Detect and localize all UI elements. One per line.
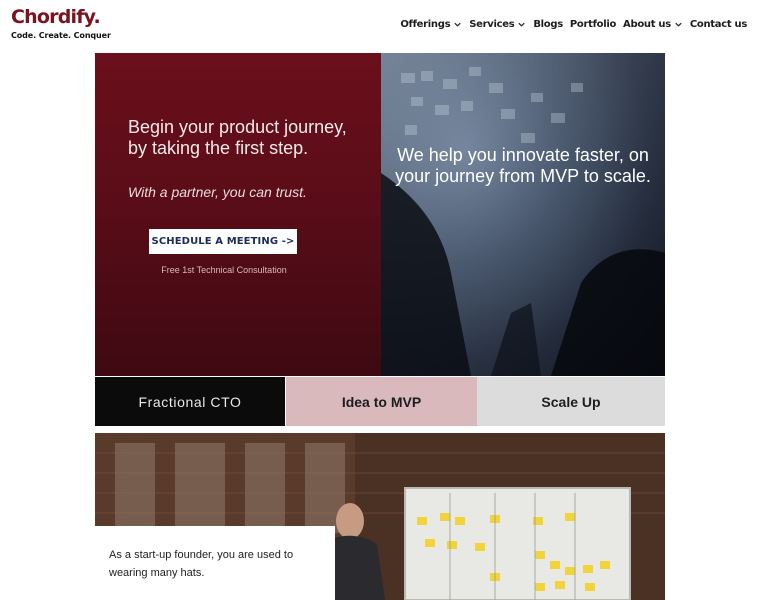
nav-item-contact-us[interactable]: Contact us xyxy=(690,19,747,30)
founder-card: As a start-up founder, you are used to w… xyxy=(95,526,335,600)
hero-right-panel: We help you innovate faster, on your jou… xyxy=(381,53,665,376)
tab-fractional-cto[interactable]: Fractional CTO xyxy=(95,377,285,426)
schedule-meeting-button[interactable]: SCHEDULE A MEETING -> xyxy=(149,229,297,254)
hero-section: Begin your product journey, by taking th… xyxy=(95,53,665,376)
nav-item-label: Blogs xyxy=(533,19,563,30)
cta-note: Free 1st Technical Consultation xyxy=(161,265,287,275)
nav-item-label: Portfolio xyxy=(569,19,617,30)
founder-section: As a start-up founder, you are used to w… xyxy=(95,433,665,600)
chevron-down-icon xyxy=(675,22,682,27)
brand-name: Chordify. xyxy=(11,6,101,28)
nav-item-blogs[interactable]: Blogs xyxy=(533,19,563,30)
brand-logo[interactable]: Chordify. Code. Create. Conquer xyxy=(11,6,111,40)
nav-item-label: About us xyxy=(623,19,671,30)
main-nav: Offerings Services Blogs Portfolio About… xyxy=(400,19,747,30)
nav-item-about-us[interactable]: About us xyxy=(623,19,683,30)
hero-right-tagline: We help you innovate faster, on your jou… xyxy=(395,145,651,186)
nav-item-label: Services xyxy=(469,19,515,30)
nav-item-label: Contact us xyxy=(689,19,747,30)
tab-idea-to-mvp[interactable]: Idea to MVP xyxy=(286,377,477,426)
nav-item-offerings[interactable]: Offerings xyxy=(400,19,462,30)
nav-item-portfolio[interactable]: Portfolio xyxy=(570,19,616,30)
brand-tagline: Code. Create. Conquer xyxy=(11,31,111,40)
tab-scale-up[interactable]: Scale Up xyxy=(477,377,665,426)
chevron-down-icon xyxy=(454,22,461,27)
hero-heading: Begin your product journey, by taking th… xyxy=(128,117,347,158)
founder-card-text: As a start-up founder, you are used to w… xyxy=(109,549,294,579)
nav-item-label: Offerings xyxy=(400,19,451,30)
site-header: Chordify. Code. Create. Conquer Offering… xyxy=(0,0,760,52)
hero-photo-image xyxy=(381,53,665,376)
hero-left-panel: Begin your product journey, by taking th… xyxy=(95,53,381,376)
chevron-down-icon xyxy=(518,22,525,27)
offering-tabs: Fractional CTO Idea to MVP Scale Up xyxy=(95,377,665,426)
nav-item-services[interactable]: Services xyxy=(469,19,526,30)
hero-subheading: With a partner, you can trust. xyxy=(128,184,307,200)
